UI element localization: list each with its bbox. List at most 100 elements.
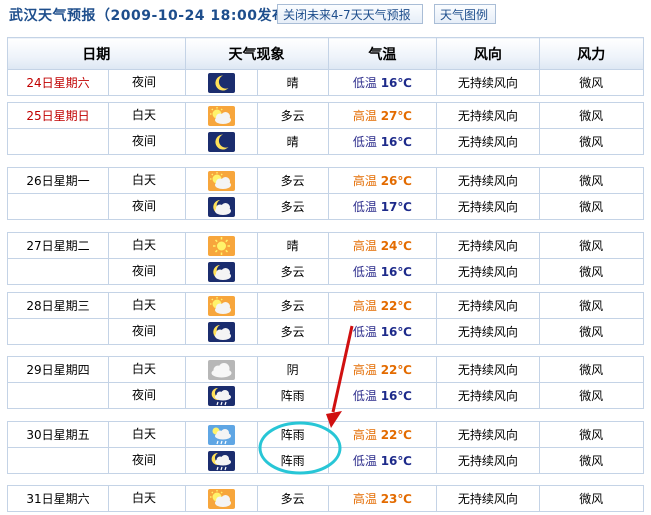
- wind-force: 微风: [538, 318, 645, 345]
- wind-direction: 无持续风向: [436, 193, 540, 220]
- temperature-label: 高温: [352, 109, 377, 123]
- temperature-cell: 低温 16℃: [327, 69, 438, 96]
- forecast-row: 夜间 多云 低温 17℃ 无持续风向 微风: [7, 193, 645, 220]
- wind-force: 微风: [538, 232, 645, 259]
- col-header-temperature: 气温: [327, 37, 438, 70]
- wind-force: 微风: [538, 421, 645, 448]
- period-label: 夜间: [108, 129, 179, 154]
- date-period-cell: 24日星期六 夜间: [7, 69, 186, 96]
- period-label: 白天: [108, 293, 179, 318]
- date-label: 30日星期五: [26, 428, 90, 442]
- moon-icon: [207, 131, 235, 152]
- date-period-cell: 30日星期五 白天: [7, 421, 186, 448]
- temperature-value: 16℃: [380, 389, 412, 403]
- weather-icon-cell: [184, 421, 258, 448]
- wind-force: 微风: [538, 382, 645, 409]
- weather-icon-cell: [184, 485, 258, 512]
- wind-force: 微风: [538, 193, 645, 220]
- temperature-value: 24℃: [380, 239, 412, 253]
- col-header-wind-force: 风力: [538, 37, 645, 70]
- forecast-day-table: 25日星期日 白天 多云 高温 27℃ 无持续风向 微风 夜间晴低温 16℃ 无持续风向 微风: [7, 102, 645, 155]
- temperature-cell: 高温 22℃: [327, 421, 438, 448]
- period-label: 白天: [108, 233, 179, 258]
- weather-icon-cell: [184, 318, 258, 345]
- forecast-row: 夜间晴低温 16℃ 无持续风向 微风: [7, 128, 645, 155]
- temperature-value: 17℃: [380, 200, 412, 214]
- forecast-day-table: 26日星期一 白天 多云 高温 26℃ 无持续风向 微风 夜间 多云 低温 17℃ 无持续风向 微风: [7, 167, 645, 220]
- temperature-cell: 低温 16℃: [327, 447, 438, 474]
- moon-cloud-icon: [207, 196, 235, 217]
- forecast-day-table: 29日星期四 白天阴高温 22℃ 无持续风向 微风 夜间 阵雨 低温 16℃ 无持续风向 微风: [7, 356, 645, 409]
- wind-direction: 无持续风向: [436, 128, 540, 155]
- date-period-cell: 28日星期三 白天: [7, 292, 186, 319]
- date-period-cell: 夜间: [7, 193, 186, 220]
- date-period-cell: 26日星期一 白天: [7, 167, 186, 194]
- date-period-cell: 31日星期六 白天: [7, 485, 186, 512]
- weather-text: 多云: [256, 167, 329, 194]
- wind-force: 微风: [538, 102, 645, 129]
- wind-force: 微风: [538, 356, 645, 383]
- date-label: 24日星期六: [26, 76, 90, 90]
- sun-cloud-icon: [207, 295, 235, 316]
- forecast-day-table: 28日星期三 白天 多云 高温 22℃ 无持续风向 微风 夜间 多云 低温 16℃ 无持续风向 微风: [7, 292, 645, 345]
- temperature-label: 高温: [352, 428, 377, 442]
- temperature-value: 22℃: [380, 363, 412, 377]
- weather-text: 阵雨: [256, 447, 329, 474]
- weather-legend-button[interactable]: 天气图例: [434, 4, 496, 24]
- temperature-label: 高温: [352, 174, 377, 188]
- weather-text: 多云: [256, 193, 329, 220]
- date-label: 29日星期四: [26, 363, 90, 377]
- temperature-value: 16℃: [380, 265, 412, 279]
- weather-text: 多云: [256, 258, 329, 285]
- forecast-row: 夜间 阵雨 低温 16℃ 无持续风向 微风: [7, 447, 645, 474]
- wind-direction: 无持续风向: [436, 382, 540, 409]
- temperature-cell: 低温 16℃: [327, 382, 438, 409]
- night-rain-icon: [207, 450, 235, 471]
- col-header-weather: 天气现象: [184, 37, 329, 70]
- weather-icon-cell: [184, 69, 258, 96]
- forecast-row: 25日星期日 白天 多云 高温 27℃ 无持续风向 微风: [7, 102, 645, 129]
- moon-cloud-icon: [207, 261, 235, 282]
- weather-text: 晴: [256, 232, 329, 259]
- wind-force: 微风: [538, 485, 645, 512]
- forecast-row: 31日星期六 白天 多云 高温 23℃ 无持续风向 微风: [7, 485, 645, 512]
- weather-icon-cell: [184, 232, 258, 259]
- weather-text: 阴: [256, 356, 329, 383]
- wind-direction: 无持续风向: [436, 232, 540, 259]
- forecast-row: 24日星期六 夜间晴低温 16℃ 无持续风向 微风: [7, 69, 645, 96]
- wind-direction: 无持续风向: [436, 356, 540, 383]
- forecast-row: 28日星期三 白天 多云 高温 22℃ 无持续风向 微风: [7, 292, 645, 319]
- temperature-label: 高温: [352, 299, 377, 313]
- period-label: 白天: [108, 486, 179, 511]
- day-rain-icon: [207, 424, 235, 445]
- temperature-value: 22℃: [380, 299, 412, 313]
- temperature-value: 16℃: [380, 454, 412, 468]
- weather-text: 阵雨: [256, 421, 329, 448]
- date-period-cell: 25日星期日 白天: [7, 102, 186, 129]
- close-extended-forecast-button[interactable]: 关闭未来4-7天天气预报: [277, 4, 423, 24]
- temperature-value: 16℃: [380, 325, 412, 339]
- wind-force: 微风: [538, 447, 645, 474]
- date-period-cell: 夜间: [7, 258, 186, 285]
- temperature-label: 低温: [352, 265, 377, 279]
- weather-text: 多云: [256, 292, 329, 319]
- wind-force: 微风: [538, 128, 645, 155]
- weather-text: 多云: [256, 485, 329, 512]
- period-label: 夜间: [108, 448, 179, 473]
- col-header-wind-direction: 风向: [436, 37, 540, 70]
- weather-icon-cell: [184, 382, 258, 409]
- forecast-row: 夜间 多云 低温 16℃ 无持续风向 微风: [7, 318, 645, 345]
- date-label: 31日星期六: [26, 492, 90, 506]
- weather-icon-cell: [184, 258, 258, 285]
- temperature-label: 低温: [352, 135, 377, 149]
- temperature-cell: 低温 16℃: [327, 128, 438, 155]
- weather-icon-cell: [184, 193, 258, 220]
- temperature-value: 16℃: [380, 76, 412, 90]
- moon-icon: [207, 72, 235, 93]
- temperature-value: 16℃: [380, 135, 412, 149]
- temperature-value: 26℃: [380, 174, 412, 188]
- wind-force: 微风: [538, 292, 645, 319]
- wind-direction: 无持续风向: [436, 167, 540, 194]
- wind-force: 微风: [538, 69, 645, 96]
- temperature-label: 低温: [352, 454, 377, 468]
